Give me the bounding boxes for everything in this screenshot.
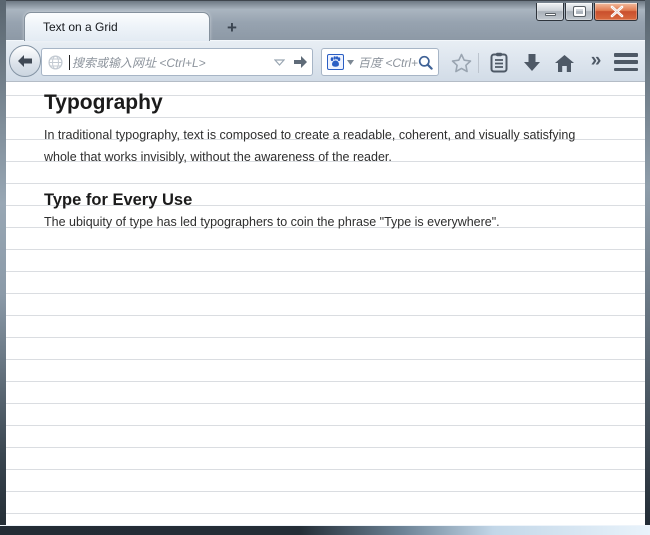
url-placeholder: 搜索或输入网址 <Ctrl+L> [72, 55, 206, 70]
toolbar-separator [478, 53, 479, 73]
maximize-icon [573, 6, 586, 17]
navigation-toolbar: 搜索或输入网址 <Ctrl+L> 百度 <Ctrl+ » [1, 40, 649, 82]
close-icon [610, 5, 624, 18]
page-content: Typography In traditional typography, te… [6, 82, 645, 525]
hamburger-menu-button[interactable] [614, 53, 638, 71]
page-title: Typography [44, 91, 163, 114]
search-engine-dropdown-icon[interactable] [347, 59, 354, 65]
home-button[interactable] [552, 51, 576, 75]
minimize-button[interactable] [536, 3, 564, 21]
titlebar: Text on a Grid + [0, 0, 650, 41]
window-controls [535, 3, 638, 21]
download-arrow-icon [524, 54, 540, 71]
body-paragraph: The ubiquity of type has led typographer… [44, 215, 500, 229]
search-bar[interactable]: 百度 <Ctrl+K [321, 48, 439, 76]
tab-text-on-a-grid[interactable]: Text on a Grid [24, 12, 210, 41]
window-frame-left [0, 0, 6, 535]
toolbar-overflow-chevron[interactable]: » [584, 49, 608, 75]
menu-bar [614, 60, 638, 64]
home-icon [554, 54, 574, 72]
globe-icon [48, 54, 63, 70]
back-button[interactable] [9, 45, 41, 77]
downloads-button[interactable] [520, 51, 544, 75]
window-frame-bottom [0, 525, 650, 535]
go-arrow-icon[interactable] [293, 56, 308, 68]
bookmarks-menu-button[interactable] [487, 51, 511, 75]
search-icon[interactable] [418, 55, 433, 70]
menu-bar [614, 53, 638, 57]
star-outline-icon [451, 53, 471, 73]
section-heading: Type for Every Use [44, 191, 193, 209]
back-arrow-icon [18, 55, 32, 67]
search-placeholder: 百度 <Ctrl+K [358, 55, 418, 70]
maximize-button[interactable] [565, 3, 593, 21]
url-bar[interactable]: 搜索或输入网址 <Ctrl+L> [41, 48, 313, 76]
intro-paragraph: In traditional typography, text is compo… [44, 128, 576, 164]
baidu-paw-icon [330, 56, 341, 67]
url-history-dropdown-icon[interactable] [274, 58, 285, 66]
minimize-icon [545, 13, 556, 16]
close-button[interactable] [594, 3, 638, 21]
browser-window: Text on a Grid + 搜索或输入网址 <Ctrl+L> 百度 <Ct… [0, 0, 650, 535]
tab-title: Text on a Grid [43, 20, 118, 34]
baidu-engine-icon[interactable] [327, 54, 344, 70]
new-tab-button[interactable]: + [218, 17, 246, 39]
menu-bar [614, 67, 638, 71]
bookmark-star-icon[interactable] [449, 51, 473, 75]
text-cursor [69, 54, 70, 70]
bookmarks-clipboard-icon [490, 52, 508, 73]
window-frame-right [645, 0, 650, 535]
